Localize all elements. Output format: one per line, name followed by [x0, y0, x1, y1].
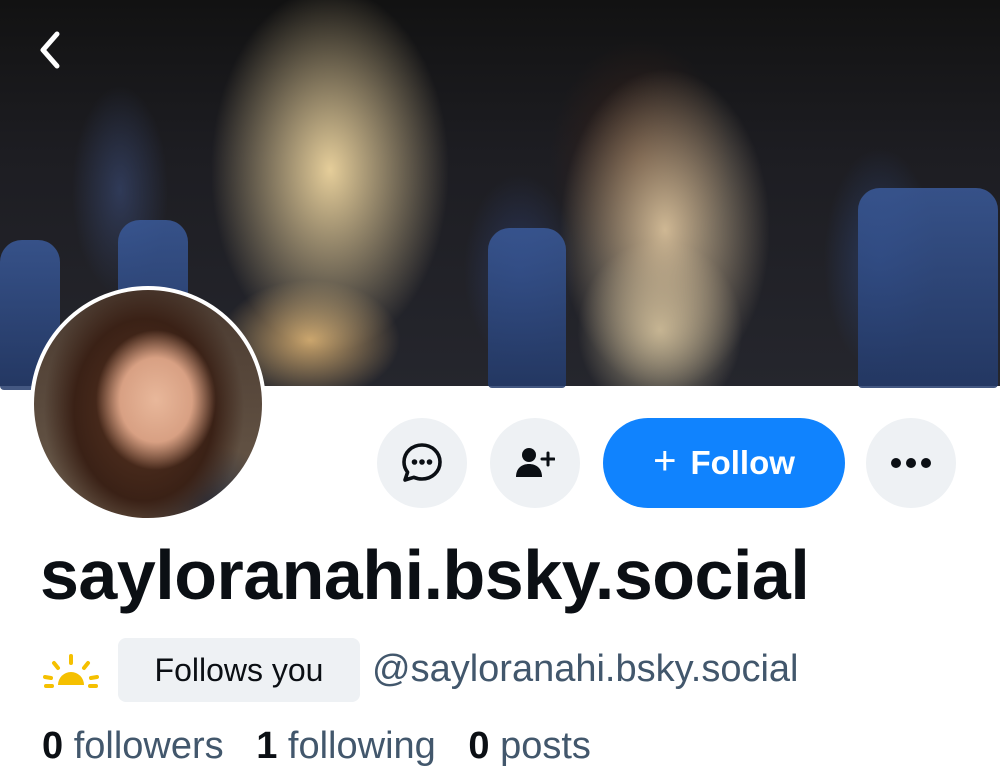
ellipsis-icon	[891, 458, 931, 468]
profile-display-name: sayloranahi.bsky.social	[40, 536, 810, 614]
sun-icon	[43, 654, 99, 688]
followers-label: followers	[73, 725, 224, 767]
chat-bubble-icon	[402, 443, 442, 482]
add-user-button[interactable]	[490, 418, 580, 508]
posts-label: posts	[500, 725, 591, 767]
posts-count-item: 0 posts	[468, 725, 591, 767]
plus-icon: +	[653, 439, 677, 483]
posts-count: 0	[468, 725, 490, 767]
back-button[interactable]	[28, 28, 72, 72]
followers-count: 0	[42, 725, 64, 767]
following-label: following	[287, 725, 436, 767]
banner-seat-decoration	[858, 188, 998, 388]
follow-button-label: Follow	[690, 444, 795, 481]
following-count: 1	[256, 725, 278, 767]
followers-link[interactable]: 0 followers	[42, 725, 224, 767]
banner-seat-decoration	[488, 228, 566, 388]
follows-you-badge: Follows you	[118, 638, 360, 702]
following-link[interactable]: 1 following	[256, 725, 436, 767]
chevron-left-icon	[40, 31, 60, 69]
profile-stats: 0 followers 1 following 0 posts	[42, 725, 613, 768]
profile-handle: @sayloranahi.bsky.social	[372, 648, 799, 690]
follow-button[interactable]: + Follow	[603, 418, 845, 508]
follows-you-label: Follows you	[154, 651, 324, 688]
message-button[interactable]	[377, 418, 467, 508]
profile-page: + Follow sayloranahi.bsky.social Follows…	[0, 0, 1000, 781]
more-options-button[interactable]	[866, 418, 956, 508]
avatar[interactable]	[30, 286, 266, 522]
user-plus-icon	[516, 448, 555, 477]
